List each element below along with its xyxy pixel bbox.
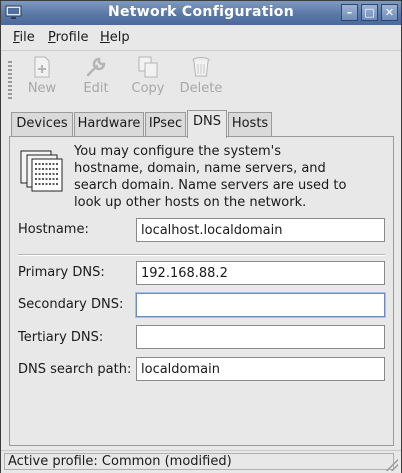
menu-help[interactable]: Help (100, 30, 130, 45)
hostname-label: Hostname: (18, 222, 89, 237)
primary-dns-field[interactable] (136, 261, 385, 285)
description-line-1: You may configure the system's (74, 144, 282, 159)
maximize-icon: □ (364, 6, 375, 19)
menu-profile-mnemonic: P (48, 30, 56, 45)
dns-description: You may configure the system's hostname,… (74, 143, 384, 211)
tab-dns[interactable]: DNS (187, 110, 227, 138)
maximize-button[interactable]: □ (361, 4, 378, 21)
menu-file[interactable]: File (13, 30, 35, 45)
copy-icon (138, 56, 158, 78)
menu-bar: File Profile Help (1, 25, 401, 51)
close-icon: ✕ (384, 6, 395, 19)
copy-label: Copy (131, 81, 165, 96)
edit-label: Edit (83, 81, 109, 96)
toolbar-grip[interactable] (8, 61, 12, 99)
delete-label: Delete (179, 81, 223, 96)
tab-dns-label: DNS (193, 114, 221, 129)
menu-profile-rest: rofile (55, 30, 89, 45)
tab-hosts-label: Hosts (231, 116, 269, 131)
minimize-icon: – (346, 6, 353, 19)
tab-hardware-label: Hardware (77, 116, 141, 131)
new-button[interactable]: New (19, 55, 65, 103)
menu-profile[interactable]: Profile (48, 30, 88, 45)
new-icon (34, 56, 50, 78)
trash-icon (192, 57, 210, 77)
description-line-4: look up other hosts on the network. (74, 195, 307, 210)
dns-search-path-label: DNS search path: (18, 362, 132, 377)
tab-devices-label: Devices (16, 116, 68, 131)
tertiary-dns-field[interactable] (136, 325, 385, 349)
close-button[interactable]: ✕ (381, 4, 398, 21)
delete-button[interactable]: Delete (178, 55, 224, 103)
tab-ipsec[interactable]: IPsec (145, 112, 186, 136)
dns-search-path-field[interactable] (136, 357, 385, 381)
menu-file-rest: ile (19, 30, 35, 45)
dns-server-icon (20, 150, 63, 192)
tab-hosts[interactable]: Hosts (228, 112, 272, 136)
secondary-dns-field[interactable] (136, 293, 385, 317)
tertiary-dns-label: Tertiary DNS: (18, 330, 104, 345)
wrench-icon (86, 57, 106, 77)
secondary-dns-label: Secondary DNS: (18, 297, 124, 312)
minimize-button[interactable]: – (341, 4, 358, 21)
active-profile-status: Active profile: Common (modified) (4, 453, 394, 470)
menu-help-rest: elp (109, 30, 130, 45)
tab-devices[interactable]: Devices (11, 112, 73, 136)
new-label: New (27, 81, 57, 96)
status-bar: Active profile: Common (modified) (1, 450, 401, 473)
tab-ipsec-label: IPsec (148, 116, 183, 131)
hostname-field[interactable] (136, 218, 385, 242)
tab-hardware[interactable]: Hardware (74, 112, 144, 136)
copy-button[interactable]: Copy (125, 55, 171, 103)
description-line-2: hostname, domain, name servers, and (74, 161, 326, 176)
description-line-3: search domain. Name servers are used to (74, 178, 347, 193)
title-bar[interactable]: Network Configuration – □ ✕ (1, 1, 401, 26)
primary-dns-label: Primary DNS: (18, 265, 105, 280)
toolbar: New Edit Copy Delete (1, 51, 401, 106)
network-configuration-window: Network Configuration – □ ✕ File Profile… (0, 0, 402, 473)
menu-help-mnemonic: H (100, 30, 110, 45)
resize-grip[interactable] (386, 459, 398, 471)
edit-button[interactable]: Edit (73, 55, 119, 103)
separator (18, 254, 385, 256)
